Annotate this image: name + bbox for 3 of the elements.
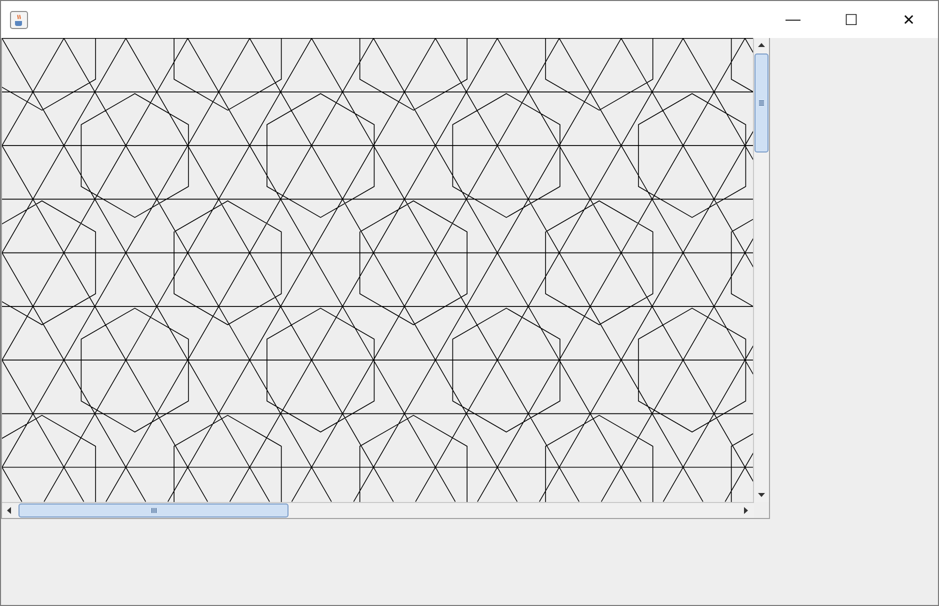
vertical-scrollbar[interactable] bbox=[753, 38, 769, 502]
coffee-cup-icon bbox=[10, 10, 28, 28]
horizontal-scrollbar[interactable] bbox=[2, 502, 754, 518]
